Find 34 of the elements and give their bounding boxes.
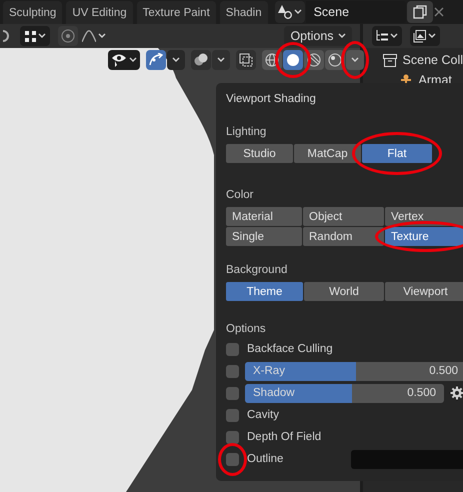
slider-field[interactable]: Shadow 0.500	[245, 384, 444, 402]
slider-label: X-Ray	[253, 365, 285, 377]
option-button[interactable]: MatCap	[294, 144, 361, 163]
option-button[interactable]: Random	[303, 227, 384, 246]
options-dropdown[interactable]: Options	[284, 26, 352, 46]
slider-field[interactable]: X-Ray 0.500	[245, 362, 463, 380]
option-button[interactable]: Vertex	[385, 207, 463, 226]
option-button[interactable]: Texture	[385, 227, 463, 246]
workspace-tab[interactable]: Sculpting	[3, 1, 62, 24]
workspace-tab[interactable]: UV Editing	[66, 1, 133, 24]
option-label: Backface Culling	[247, 343, 333, 355]
outliner-item[interactable]: Scene Coll	[402, 53, 463, 67]
option-button[interactable]: Studio	[226, 144, 293, 163]
option-button[interactable]: Theme	[226, 282, 303, 301]
option-button[interactable]: Viewport	[385, 282, 463, 301]
slider-value: 0.500	[429, 365, 458, 377]
option-button[interactable]: World	[304, 282, 384, 301]
option-button[interactable]: Single	[226, 227, 302, 246]
workspace-tab[interactable]: Shadin	[220, 1, 268, 24]
option-button[interactable]: Material	[226, 207, 302, 226]
workspace-tab[interactable]: Texture Paint	[136, 1, 216, 24]
option-label: Depth Of Field	[247, 431, 322, 443]
slider-value: 0.500	[407, 387, 436, 399]
option-button[interactable]: Object	[303, 207, 384, 226]
popover-title: Viewport Shading	[226, 93, 317, 105]
slider-label: Shadow	[253, 387, 295, 399]
section-label: Lighting	[226, 126, 268, 138]
option-button[interactable]: Flat	[362, 144, 432, 163]
section-label: Background	[226, 264, 288, 276]
section-label: Options	[226, 323, 267, 335]
option-label: Cavity	[247, 409, 279, 421]
section-label: Color	[226, 189, 254, 201]
option-label: Outline	[247, 453, 284, 465]
outliner-item[interactable]: Armat	[418, 73, 452, 87]
